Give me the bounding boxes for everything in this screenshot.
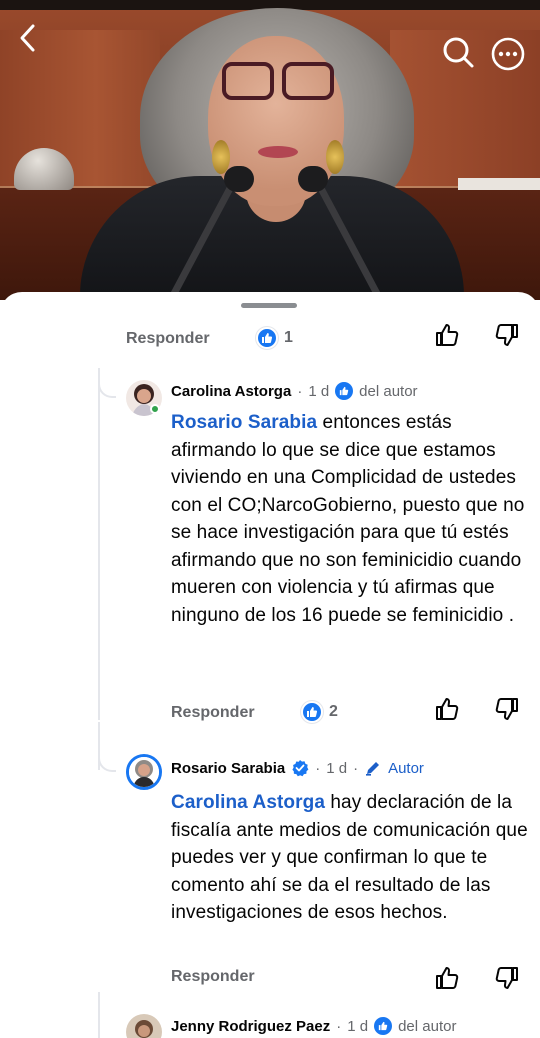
verified-badge-icon	[291, 759, 309, 777]
like-button[interactable]	[432, 694, 462, 724]
comment-body: Rosario Sarabia entonces estás afirmando…	[171, 412, 525, 626]
reply-button[interactable]: Responder	[171, 968, 255, 986]
dislike-button[interactable]	[492, 694, 522, 724]
more-horizontal-icon	[491, 37, 525, 71]
thumbs-down-icon	[495, 698, 518, 720]
comment-meta: Rosario Sarabia · 1 d · Autor	[171, 759, 424, 777]
pencil-icon	[364, 759, 382, 777]
like-button[interactable]	[432, 320, 462, 350]
mention-link[interactable]: Carolina Astorga	[171, 792, 325, 813]
post-photo[interactable]	[0, 0, 540, 300]
comment-time[interactable]: 1 d	[326, 760, 347, 777]
like-badge-icon	[374, 1017, 393, 1035]
reaction-count: 1	[284, 329, 293, 346]
comments-sheet: Responder 1 Carolina Astorga · 1 d del a…	[0, 292, 540, 1038]
back-button[interactable]	[8, 18, 48, 58]
avatar[interactable]	[126, 1014, 162, 1038]
comment-meta: Jenny Rodriguez Paez · 1 d del autor	[171, 1017, 457, 1035]
earring	[326, 140, 344, 174]
thread-line	[98, 722, 100, 770]
thread-connector	[98, 754, 116, 772]
microphone-head	[298, 166, 328, 192]
reply-button[interactable]: Responder	[126, 330, 210, 348]
search-button[interactable]	[438, 32, 478, 72]
reply-button[interactable]: Responder	[171, 704, 255, 722]
comment-actions: Responder	[171, 962, 255, 992]
thread-connector	[98, 380, 116, 398]
like-reaction-icon	[301, 701, 323, 723]
thumbs-up-icon	[436, 324, 459, 346]
lips	[258, 146, 298, 158]
comment-author[interactable]: Jenny Rodriguez Paez	[171, 1018, 330, 1035]
dislike-button[interactable]	[492, 963, 522, 993]
avatar[interactable]	[126, 754, 162, 790]
like-badge-icon	[335, 382, 354, 400]
microphone-head	[224, 166, 254, 192]
comment-time[interactable]: 1 d	[308, 383, 329, 400]
comment-meta: Carolina Astorga · 1 d del autor	[171, 382, 418, 400]
sheet-drag-handle[interactable]	[241, 303, 297, 308]
author-liked-label: del autor	[359, 382, 418, 400]
comment-author[interactable]: Carolina Astorga	[171, 383, 291, 400]
top-comment-actions: Responder	[126, 324, 210, 354]
comment-author[interactable]: Rosario Sarabia	[171, 760, 285, 777]
reaction-summary[interactable]: 2	[301, 701, 338, 723]
reaction-count: 2	[329, 703, 338, 720]
like-reaction-icon	[256, 327, 278, 349]
thumbs-down-icon	[495, 324, 518, 346]
dislike-button[interactable]	[492, 320, 522, 350]
thread-line	[98, 368, 100, 720]
chevron-left-icon	[20, 24, 35, 52]
more-options-button[interactable]	[486, 32, 530, 76]
thumbs-up-icon	[436, 967, 459, 989]
thumbs-down-icon	[495, 967, 518, 989]
author-liked-label: del autor	[398, 1017, 457, 1035]
search-icon	[443, 37, 474, 68]
reaction-summary[interactable]: 1	[256, 327, 293, 349]
comment-actions: Responder	[171, 698, 255, 728]
mention-link[interactable]: Rosario Sarabia	[171, 412, 317, 433]
like-button[interactable]	[432, 963, 462, 993]
comment-body: Carolina Astorga hay declaración de la f…	[171, 792, 528, 923]
thumbs-up-icon	[436, 698, 459, 720]
glasses	[220, 62, 338, 102]
online-status-dot	[150, 404, 160, 414]
paper-stack	[458, 178, 540, 190]
author-label: Autor	[388, 759, 424, 777]
comment-time[interactable]: 1 d	[347, 1018, 368, 1035]
thread-line	[98, 992, 100, 1038]
